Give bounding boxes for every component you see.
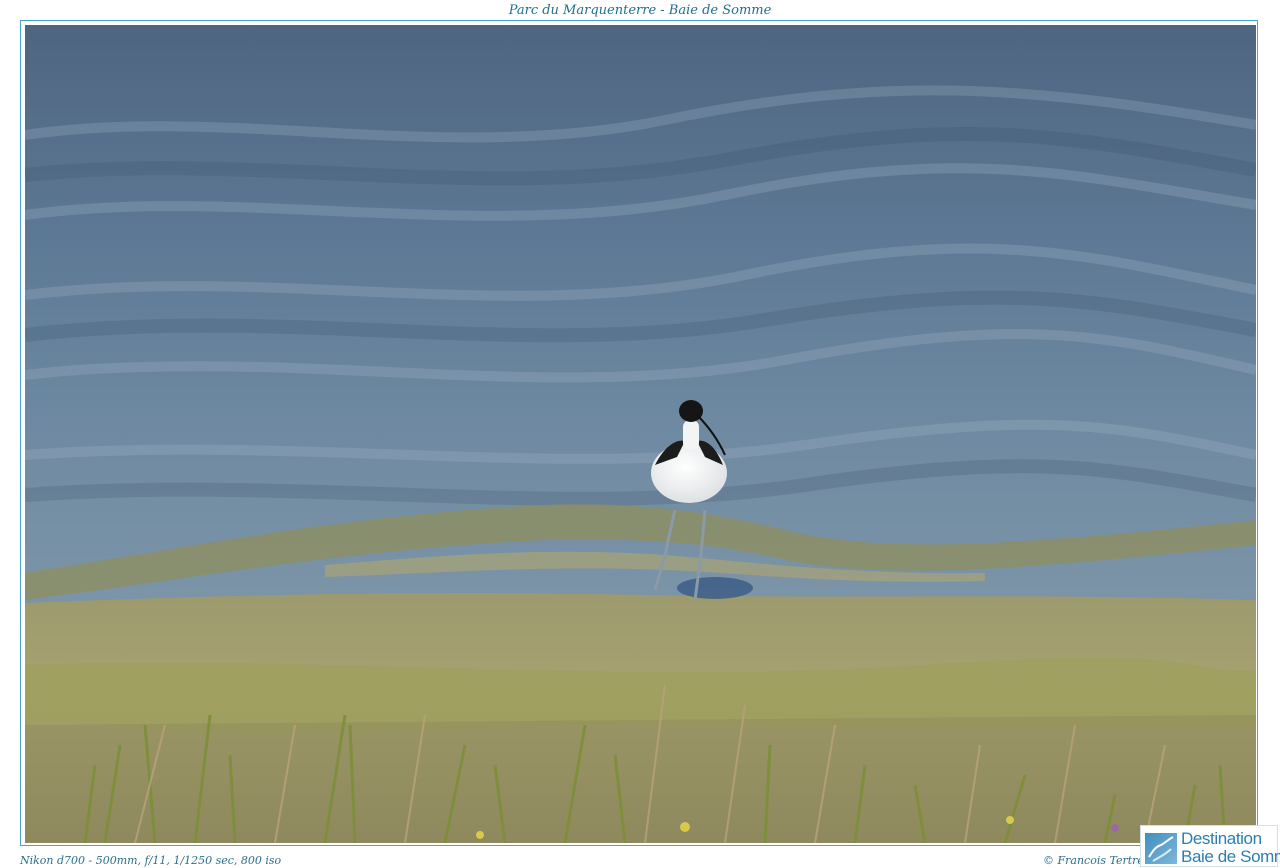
photograph: [25, 25, 1256, 843]
photo-title: Parc du Marquenterre - Baie de Somme: [508, 3, 772, 18]
logo-text-line2: Baie de Somme: [1181, 847, 1280, 866]
bird-shadow: [677, 577, 753, 599]
logo-text-line1: Destination: [1181, 829, 1262, 848]
bay-map-icon: [1145, 833, 1177, 864]
camera-settings: Nikon d700 - 500mm, f/11, 1/1250 sec, 80…: [20, 854, 282, 867]
foreground-mud: [25, 715, 1256, 843]
destination-logo: Destination Baie de Somme: [1140, 825, 1280, 867]
photo-scene: [25, 25, 1256, 843]
photo-credit: © Francois Tertre: [1043, 854, 1144, 867]
